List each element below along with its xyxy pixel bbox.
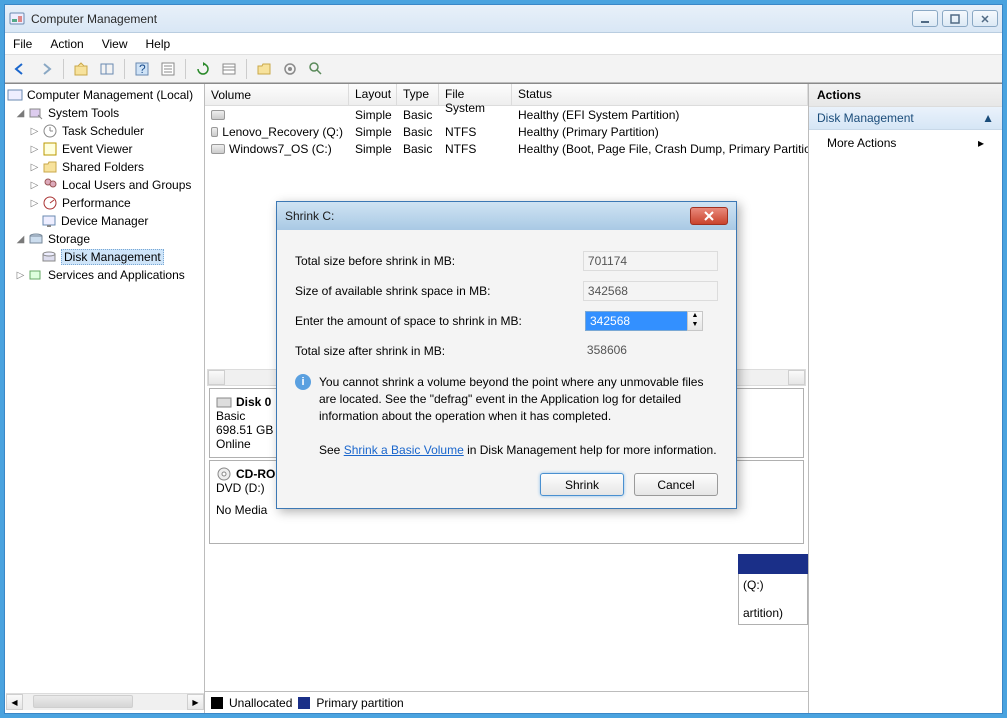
tree-shared-folders[interactable]: ▷Shared Folders (7, 158, 202, 176)
more-actions[interactable]: More Actions ▸ (809, 130, 1002, 156)
menu-action[interactable]: Action (50, 37, 83, 51)
cdrom-icon (216, 467, 232, 481)
up-icon[interactable] (70, 58, 92, 80)
menu-view[interactable]: View (102, 37, 128, 51)
spin-down-icon[interactable]: ▼ (688, 321, 702, 330)
expand-icon[interactable]: ▷ (29, 144, 40, 155)
tree-performance[interactable]: ▷Performance (7, 194, 202, 212)
tree-services[interactable]: ▷Services and Applications (7, 266, 202, 284)
expand-icon[interactable]: ▷ (29, 162, 40, 173)
folder-icon[interactable] (253, 58, 275, 80)
tree-event-viewer[interactable]: ▷Event Viewer (7, 140, 202, 158)
tree-storage[interactable]: ◢Storage (7, 230, 202, 248)
minimize-button[interactable] (912, 10, 938, 27)
expand-icon[interactable]: ▷ (15, 270, 26, 281)
info-text-1: You cannot shrink a volume beyond the po… (319, 374, 718, 424)
toolbar: ? (5, 55, 1002, 83)
total-before-value: 701174 (583, 251, 718, 271)
close-button[interactable] (972, 10, 998, 27)
collapse-icon: ▲ (982, 111, 994, 125)
col-volume[interactable]: Volume (205, 84, 349, 105)
spin-up-icon[interactable]: ▲ (688, 312, 702, 321)
volume-icon (211, 127, 218, 137)
help-icon[interactable]: ? (131, 58, 153, 80)
help-link[interactable]: Shrink a Basic Volume (344, 443, 464, 457)
forward-button[interactable] (35, 58, 57, 80)
menu-file[interactable]: File (13, 37, 32, 51)
volume-row[interactable]: Windows7_OS (C:) Simple Basic NTFS Healt… (205, 140, 808, 157)
volume-row[interactable]: Lenovo_Recovery (Q:) Simple Basic NTFS H… (205, 123, 808, 140)
tree-disk-management[interactable]: Disk Management (7, 248, 202, 266)
menubar: File Action View Help (5, 33, 1002, 55)
dialog-titlebar[interactable]: Shrink C: (277, 202, 736, 230)
tree-task-scheduler[interactable]: ▷Task Scheduler (7, 122, 202, 140)
expand-icon[interactable]: ▷ (29, 126, 40, 137)
disk-icon (216, 395, 232, 409)
grid-header: Volume Layout Type File System Status (205, 84, 808, 106)
chevron-right-icon: ▸ (978, 136, 984, 150)
maximize-button[interactable] (942, 10, 968, 27)
col-status[interactable]: Status (512, 84, 808, 105)
legend-unallocated-swatch (211, 697, 223, 709)
properties-icon[interactable] (157, 58, 179, 80)
svg-text:?: ? (139, 62, 146, 76)
dialog-close-button[interactable] (690, 207, 728, 225)
partition-preview[interactable]: (Q:) artition) (738, 554, 808, 625)
app-icon (9, 11, 25, 27)
volume-icon (211, 144, 225, 154)
expand-icon[interactable]: ▷ (29, 198, 40, 209)
tree-h-scrollbar[interactable]: ◀ ▶ (6, 693, 204, 710)
collapse-icon[interactable]: ◢ (15, 234, 26, 245)
info-icon: i (295, 374, 311, 390)
col-layout[interactable]: Layout (349, 84, 397, 105)
search-icon[interactable] (305, 58, 327, 80)
nav-tree[interactable]: Computer Management (Local) ◢System Tool… (5, 84, 205, 713)
collapse-icon[interactable]: ◢ (15, 108, 26, 119)
refresh-icon[interactable] (192, 58, 214, 80)
dialog-title: Shrink C: (285, 209, 690, 223)
shrink-dialog: Shrink C: Total size before shrink in MB… (276, 201, 737, 509)
tree-root[interactable]: Computer Management (Local) (7, 86, 202, 104)
info-text-2: See Shrink a Basic Volume in Disk Manage… (319, 442, 717, 459)
menu-help[interactable]: Help (146, 37, 171, 51)
total-after-label: Total size after shrink in MB: (295, 344, 583, 358)
tree-system-tools[interactable]: ◢System Tools (7, 104, 202, 122)
col-filesystem[interactable]: File System (439, 84, 512, 105)
shrink-button[interactable]: Shrink (540, 473, 624, 496)
tree-device-manager[interactable]: Device Manager (7, 212, 202, 230)
available-label: Size of available shrink space in MB: (295, 284, 583, 298)
back-button[interactable] (9, 58, 31, 80)
titlebar: Computer Management (5, 5, 1002, 33)
actions-header: Actions (809, 84, 1002, 107)
window-title: Computer Management (31, 12, 912, 26)
cancel-button[interactable]: Cancel (634, 473, 718, 496)
show-hide-icon[interactable] (96, 58, 118, 80)
settings-icon[interactable] (279, 58, 301, 80)
col-type[interactable]: Type (397, 84, 439, 105)
tree-local-users[interactable]: ▷Local Users and Groups (7, 176, 202, 194)
list-icon[interactable] (218, 58, 240, 80)
actions-section[interactable]: Disk Management ▲ (809, 107, 1002, 130)
shrink-amount-spinner[interactable]: ▲▼ (585, 311, 703, 331)
enter-amount-label: Enter the amount of space to shrink in M… (295, 314, 585, 328)
shrink-amount-input[interactable] (585, 311, 703, 331)
legend: Unallocated Primary partition (205, 691, 808, 713)
volume-row[interactable]: Simple Basic Healthy (EFI System Partiti… (205, 106, 808, 123)
total-after-value: 358606 (583, 341, 718, 361)
volume-icon (211, 110, 225, 120)
actions-pane: Actions Disk Management ▲ More Actions ▸ (808, 84, 1002, 713)
legend-primary-swatch (298, 697, 310, 709)
volume-list[interactable]: Simple Basic Healthy (EFI System Partiti… (205, 106, 808, 157)
total-before-label: Total size before shrink in MB: (295, 254, 583, 268)
available-value: 342568 (583, 281, 718, 301)
expand-icon[interactable]: ▷ (29, 180, 40, 191)
